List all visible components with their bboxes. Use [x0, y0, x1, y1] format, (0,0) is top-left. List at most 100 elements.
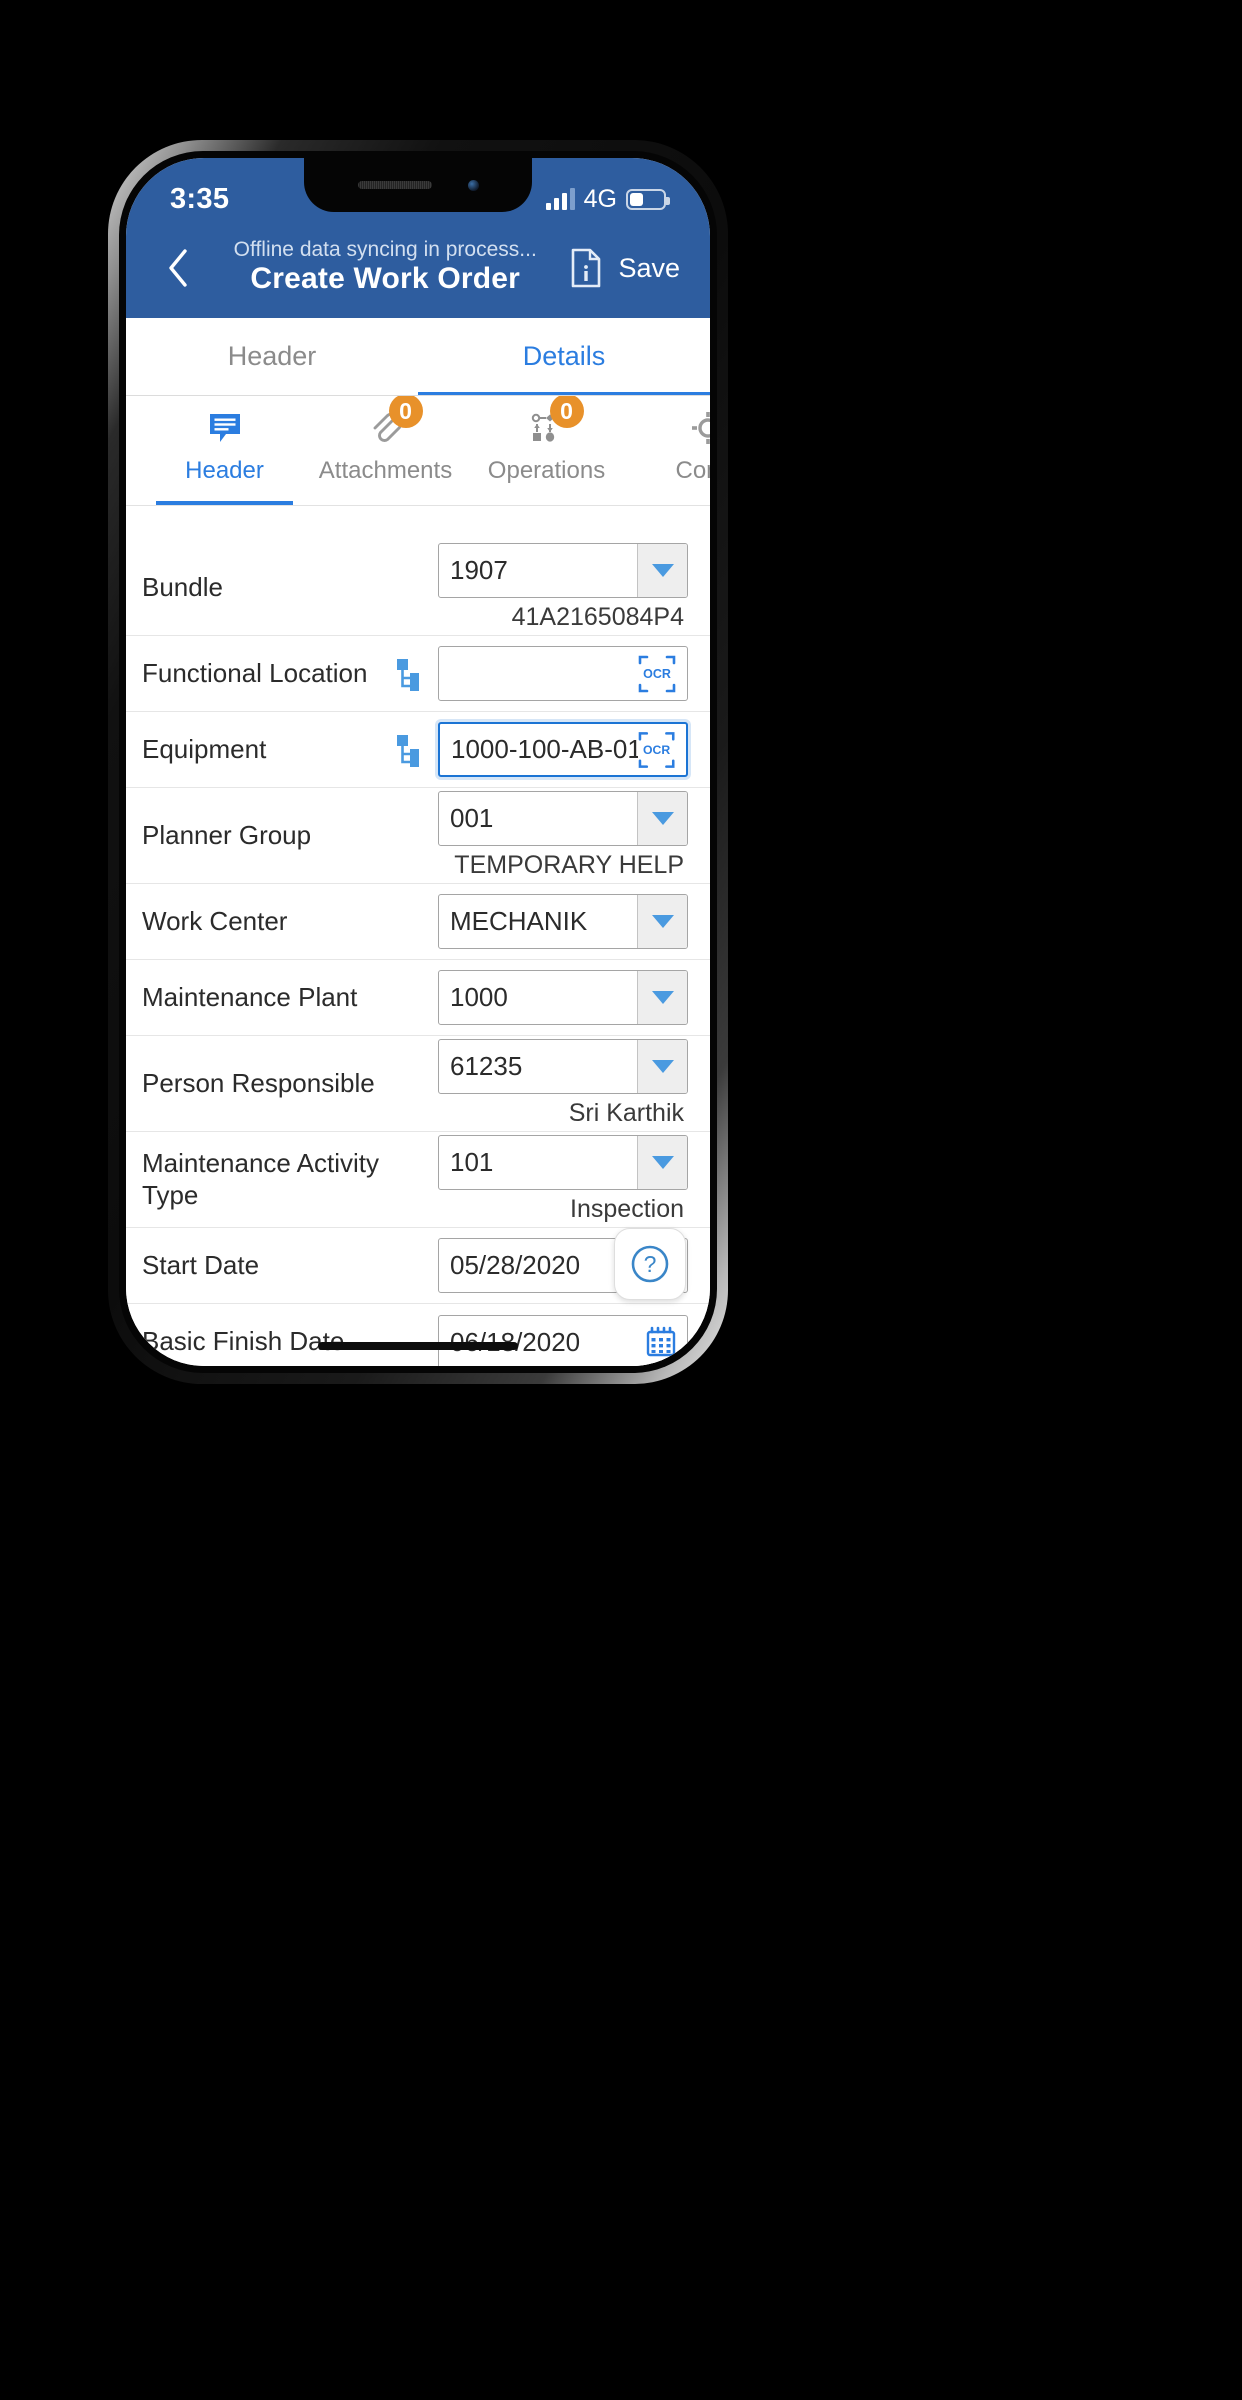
hierarchy-icon[interactable]: [396, 731, 430, 769]
paperclip-icon: 0: [369, 396, 423, 448]
navigation-bar: Offline data syncing in process... Creat…: [126, 226, 710, 318]
chevron-down-icon[interactable]: [637, 1040, 687, 1093]
section-tab-operations[interactable]: 0 Operations: [466, 396, 627, 505]
nav-title-block: Offline data syncing in process... Creat…: [200, 238, 570, 298]
chevron-down-icon[interactable]: [637, 544, 687, 597]
page-title: Create Work Order: [250, 262, 521, 296]
field-sub-value: Inspection: [570, 1195, 684, 1223]
field-control: OCR: [438, 646, 688, 701]
equipment-input[interactable]: 1000-100-AB-01 OCR: [438, 722, 688, 777]
field-label: Maintenance Plant: [142, 981, 358, 1012]
field-row-basic-finish-date: Basic Finish Date 06/18/2020: [126, 1304, 710, 1366]
svg-text:OCR: OCR: [643, 667, 671, 681]
status-time: 3:35: [170, 182, 230, 215]
section-tab-label: Header: [185, 457, 264, 484]
ocr-scan-icon[interactable]: OCR: [638, 654, 676, 694]
field-control: 61235 Sri Karthik: [438, 1039, 688, 1128]
chevron-left-icon: [169, 249, 187, 287]
field-value: 1907: [450, 555, 508, 585]
field-label: Start Date: [142, 1249, 260, 1280]
field-value: 61235: [450, 1051, 523, 1081]
field-sub-value: 41A2165084P4: [511, 603, 684, 631]
tab-details[interactable]: Details: [418, 318, 710, 395]
field-sub-value: TEMPORARY HELP: [454, 851, 684, 879]
field-label: Equipment: [142, 733, 267, 764]
operations-badge: 0: [549, 396, 584, 428]
svg-text:?: ?: [644, 1251, 657, 1277]
speech-bubble-lines-icon: [208, 408, 242, 448]
ocr-scan-icon[interactable]: OCR: [638, 730, 675, 770]
work-order-form: Bundle 1907 41A2165084P4 Functional Loca…: [126, 506, 710, 1366]
sync-status-text: Offline data syncing in process...: [233, 237, 537, 261]
field-label: Bundle: [142, 571, 223, 602]
field-label: Maintenance Activity Type: [142, 1147, 380, 1210]
field-sub-value: Sri Karthik: [568, 1099, 684, 1127]
nav-actions: Save: [570, 248, 680, 288]
chevron-down-icon[interactable]: [637, 1136, 687, 1189]
document-info-icon[interactable]: [570, 248, 602, 288]
functional-location-input[interactable]: OCR: [438, 646, 688, 701]
field-control: 1907 41A2165084P4: [438, 543, 688, 632]
field-control: MECHANIK: [438, 894, 688, 949]
field-row-maintenance-activity-type: Maintenance Activity Type 101 Inspection: [126, 1132, 710, 1228]
field-row-planner-group: Planner Group 001 TEMPORARY HELP: [126, 788, 710, 884]
phone-bezel: 3:35 4G Offline data syncing in process.…: [119, 151, 717, 1373]
maintenance-activity-type-select[interactable]: 101: [438, 1135, 688, 1190]
field-label: Planner Group: [142, 819, 312, 850]
section-tab-label: Attachments: [318, 457, 453, 484]
help-button[interactable]: ?: [614, 1228, 686, 1300]
field-label: Functional Location: [142, 657, 368, 688]
field-row-bundle: Bundle 1907 41A2165084P4: [126, 540, 710, 636]
section-tab-components[interactable]: Comp: [627, 396, 710, 505]
section-tab-attachments[interactable]: 0 Attachments: [305, 396, 466, 505]
tab-header[interactable]: Header: [126, 318, 418, 395]
field-label: Person Responsible: [142, 1067, 375, 1098]
field-control: 001 TEMPORARY HELP: [438, 791, 688, 880]
field-row-maintenance-plant: Maintenance Plant 1000: [126, 960, 710, 1036]
save-button[interactable]: Save: [618, 253, 680, 284]
field-control: 1000-100-AB-01 OCR: [438, 722, 688, 777]
svg-text:OCR: OCR: [643, 742, 670, 756]
field-label: Work Center: [142, 905, 288, 936]
field-value: 1000: [450, 982, 508, 1012]
hierarchy-icon[interactable]: [396, 655, 430, 693]
planner-group-select[interactable]: 001: [438, 791, 688, 846]
earpiece-speaker: [357, 181, 432, 189]
attachments-badge: 0: [388, 396, 423, 428]
field-row-work-center: Work Center MECHANIK: [126, 884, 710, 960]
maintenance-plant-select[interactable]: 1000: [438, 970, 688, 1025]
bundle-select[interactable]: 1907: [438, 543, 688, 598]
field-control: 101 Inspection: [438, 1135, 688, 1224]
chevron-down-icon[interactable]: [637, 971, 687, 1024]
field-value: 1000-100-AB-01: [451, 734, 638, 764]
field-control: 06/18/2020: [438, 1314, 688, 1366]
phone-frame: 3:35 4G Offline data syncing in process.…: [108, 140, 728, 1384]
field-value: 101: [450, 1147, 494, 1177]
section-tab-bar: Header 0 Attachments 0 Operations Co: [126, 396, 710, 506]
section-tab-label: Operations: [487, 457, 606, 484]
chevron-down-icon[interactable]: [637, 792, 687, 845]
field-row-functional-location: Functional Location OCR: [126, 636, 710, 712]
field-value: 001: [450, 803, 494, 833]
front-camera: [467, 179, 479, 191]
network-type-label: 4G: [583, 184, 617, 213]
status-icons: 4G: [545, 184, 670, 214]
chevron-down-icon[interactable]: [637, 895, 687, 948]
section-tab-label: Comp: [675, 457, 710, 484]
field-value: MECHANIK: [450, 906, 588, 936]
phone-screen: 3:35 4G Offline data syncing in process.…: [126, 158, 710, 1366]
section-tab-header[interactable]: Header: [144, 396, 305, 505]
work-center-select[interactable]: MECHANIK: [438, 894, 688, 949]
home-indicator[interactable]: [318, 1342, 518, 1350]
person-responsible-select[interactable]: 61235: [438, 1039, 688, 1094]
calendar-icon[interactable]: [646, 1326, 676, 1358]
field-control: 1000: [438, 970, 688, 1025]
gear-icon: [691, 408, 710, 448]
battery-icon: [626, 188, 670, 210]
field-row-person-responsible: Person Responsible 61235 Sri Karthik: [126, 1036, 710, 1132]
process-flow-icon: 0: [530, 396, 584, 448]
basic-finish-date-input[interactable]: 06/18/2020: [438, 1314, 688, 1366]
field-row-equipment: Equipment 1000-100-AB-01 OCR: [126, 712, 710, 788]
back-button[interactable]: [156, 246, 200, 290]
signal-bars-icon: [545, 188, 575, 210]
